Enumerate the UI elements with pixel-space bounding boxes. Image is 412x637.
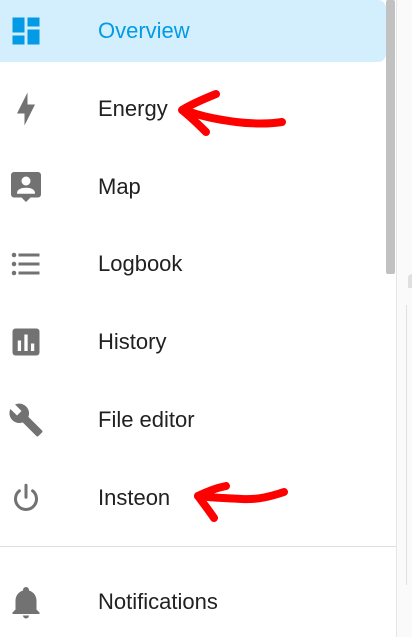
sidebar-item-label: Insteon: [98, 485, 171, 510]
lightning-bolt-icon: [8, 91, 44, 127]
sidebar-item-label: Map: [98, 174, 141, 199]
sidebar-item-overview[interactable]: Overview: [0, 0, 386, 62]
sidebar-item-energy[interactable]: Energy: [0, 78, 386, 140]
wrench-icon: [8, 402, 44, 438]
page: Overview Energy Map Logbook History File…: [0, 0, 412, 637]
card-edge: [406, 305, 407, 585]
card-edge: [408, 274, 412, 288]
sidebar-item-label: Logbook: [98, 251, 183, 276]
chart-box-icon: [8, 324, 44, 360]
format-list-bulleted-icon: [8, 246, 44, 282]
bell-icon: [8, 584, 44, 620]
dashboard-icon: [8, 13, 44, 49]
sidebar-item-label: History: [98, 329, 167, 354]
sidebar-item-notifications[interactable]: Notifications: [0, 571, 386, 633]
power-icon: [8, 480, 44, 516]
sidebar: Overview Energy Map Logbook History File…: [0, 0, 396, 637]
sidebar-scrollbar-thumb[interactable]: [386, 0, 395, 274]
sidebar-item-label: Notifications: [98, 589, 218, 614]
sidebar-item-insteon[interactable]: Insteon: [0, 467, 386, 529]
sidebar-item-label: File editor: [98, 407, 195, 432]
main-content-edge: [397, 0, 412, 637]
sidebar-item-label: Overview: [98, 18, 190, 43]
sidebar-divider: [0, 546, 396, 547]
sidebar-item-history[interactable]: History: [0, 311, 386, 373]
sidebar-item-file-editor[interactable]: File editor: [0, 389, 386, 451]
sidebar-item-map[interactable]: Map: [0, 156, 386, 218]
sidebar-item-label: Energy: [98, 96, 168, 121]
account-box-icon: [8, 169, 44, 205]
sidebar-item-logbook[interactable]: Logbook: [0, 233, 386, 295]
